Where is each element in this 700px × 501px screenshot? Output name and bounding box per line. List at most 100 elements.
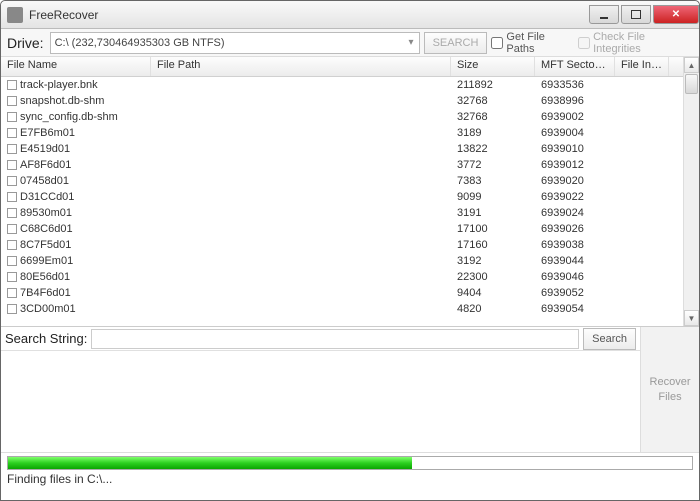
check-integrities-checkbox[interactable]: Check File Integrities bbox=[578, 31, 693, 55]
row-checkbox[interactable] bbox=[7, 240, 17, 250]
table-row[interactable]: 7B4F6d01 94046939052 bbox=[1, 285, 683, 301]
close-button[interactable] bbox=[653, 5, 699, 24]
col-mft[interactable]: MFT Sector ... bbox=[535, 57, 615, 76]
mft-cell: 6939004 bbox=[535, 127, 615, 139]
file-table: File Name File Path Size MFT Sector ... … bbox=[1, 57, 699, 327]
window-title: FreeRecover bbox=[29, 8, 587, 22]
progress-area bbox=[1, 453, 699, 470]
file-name-cell: 3CD00m01 bbox=[20, 303, 76, 315]
file-name-cell: 7B4F6d01 bbox=[20, 287, 71, 299]
file-name-cell: 8C7F5d01 bbox=[20, 239, 71, 251]
row-checkbox[interactable] bbox=[7, 80, 17, 90]
mft-cell: 6939052 bbox=[535, 287, 615, 299]
row-checkbox[interactable] bbox=[7, 288, 17, 298]
scroll-up-icon[interactable]: ▲ bbox=[684, 57, 699, 73]
minimize-button[interactable] bbox=[589, 5, 619, 24]
file-name-cell: E7FB6m01 bbox=[20, 127, 75, 139]
size-cell: 9099 bbox=[451, 191, 535, 203]
search-area: Search String: Search Recover Files bbox=[1, 327, 699, 453]
file-name-cell: AF8F6d01 bbox=[20, 159, 71, 171]
row-checkbox[interactable] bbox=[7, 176, 17, 186]
mft-cell: 6939002 bbox=[535, 111, 615, 123]
table-row[interactable]: 8C7F5d01171606939038 bbox=[1, 237, 683, 253]
file-name-cell: snapshot.db-shm bbox=[20, 95, 104, 107]
check-integrities-input[interactable] bbox=[578, 37, 590, 49]
row-checkbox[interactable] bbox=[7, 96, 17, 106]
search-panel: Search String: Search bbox=[1, 327, 641, 452]
search-button[interactable]: Search bbox=[583, 328, 636, 350]
progress-bar bbox=[7, 456, 693, 470]
get-file-paths-checkbox[interactable]: Get File Paths bbox=[491, 31, 574, 55]
row-checkbox[interactable] bbox=[7, 208, 17, 218]
col-file-path[interactable]: File Path bbox=[151, 57, 451, 76]
scroll-down-icon[interactable]: ▼ bbox=[684, 310, 699, 326]
progress-fill bbox=[8, 457, 412, 469]
size-cell: 3191 bbox=[451, 207, 535, 219]
file-name-cell: E4519d01 bbox=[20, 143, 70, 155]
row-checkbox[interactable] bbox=[7, 256, 17, 266]
window-buttons bbox=[587, 5, 699, 24]
row-checkbox[interactable] bbox=[7, 112, 17, 122]
mft-cell: 6939024 bbox=[535, 207, 615, 219]
search-drive-button[interactable]: SEARCH bbox=[424, 32, 488, 54]
size-cell: 3772 bbox=[451, 159, 535, 171]
mft-cell: 6939022 bbox=[535, 191, 615, 203]
table-row[interactable]: E7FB6m01 31896939004 bbox=[1, 125, 683, 141]
row-checkbox[interactable] bbox=[7, 144, 17, 154]
row-checkbox[interactable] bbox=[7, 160, 17, 170]
table-row[interactable]: 89530m0131916939024 bbox=[1, 205, 683, 221]
table-row[interactable]: AF8F6d01 37726939012 bbox=[1, 157, 683, 173]
size-cell: 17100 bbox=[451, 223, 535, 235]
row-checkbox[interactable] bbox=[7, 224, 17, 234]
table-row[interactable]: 3CD00m01 48206939054 bbox=[1, 301, 683, 317]
maximize-button[interactable] bbox=[621, 5, 651, 24]
table-body: File Name File Path Size MFT Sector ... … bbox=[1, 57, 683, 326]
size-cell: 3189 bbox=[451, 127, 535, 139]
size-cell: 9404 bbox=[451, 287, 535, 299]
table-row[interactable]: C68C6d01171006939026 bbox=[1, 221, 683, 237]
table-row[interactable]: E4519d01138226939010 bbox=[1, 141, 683, 157]
recover-files-button[interactable]: Recover Files bbox=[650, 375, 691, 404]
file-name-cell: D31CCd01 bbox=[20, 191, 74, 203]
table-rows: track-player.bnk2118926933536snapshot.db… bbox=[1, 77, 683, 317]
vertical-scrollbar[interactable]: ▲ ▼ bbox=[683, 57, 699, 326]
size-cell: 211892 bbox=[451, 79, 535, 91]
size-cell: 7383 bbox=[451, 175, 535, 187]
get-file-paths-input[interactable] bbox=[491, 37, 503, 49]
table-row[interactable]: track-player.bnk2118926933536 bbox=[1, 77, 683, 93]
recover-panel: Recover Files bbox=[641, 327, 699, 452]
row-checkbox[interactable] bbox=[7, 192, 17, 202]
search-input[interactable] bbox=[91, 329, 579, 349]
drive-label: Drive: bbox=[7, 35, 44, 51]
mft-cell: 6939054 bbox=[535, 303, 615, 315]
table-row[interactable]: 07458d0173836939020 bbox=[1, 173, 683, 189]
file-name-cell: C68C6d01 bbox=[20, 223, 73, 235]
size-cell: 13822 bbox=[451, 143, 535, 155]
table-row[interactable]: 6699Em0131926939044 bbox=[1, 253, 683, 269]
file-name-cell: 80E56d01 bbox=[20, 271, 70, 283]
file-name-cell: track-player.bnk bbox=[20, 79, 98, 91]
table-row[interactable]: snapshot.db-shm327686938996 bbox=[1, 93, 683, 109]
file-name-cell: sync_config.db-shm bbox=[20, 111, 118, 123]
search-label: Search String: bbox=[5, 331, 87, 346]
mft-cell: 6939012 bbox=[535, 159, 615, 171]
size-cell: 22300 bbox=[451, 271, 535, 283]
col-integrity[interactable]: File Inte... bbox=[615, 57, 669, 76]
table-row[interactable]: sync_config.db-shm 327686939002 bbox=[1, 109, 683, 125]
drive-select[interactable]: C:\ (232,730464935303 GB NTFS) bbox=[50, 32, 420, 54]
mft-cell: 6939046 bbox=[535, 271, 615, 283]
mft-cell: 6939038 bbox=[535, 239, 615, 251]
size-cell: 32768 bbox=[451, 111, 535, 123]
col-file-name[interactable]: File Name bbox=[1, 57, 151, 76]
row-checkbox[interactable] bbox=[7, 304, 17, 314]
table-row[interactable]: D31CCd01 90996939022 bbox=[1, 189, 683, 205]
mft-cell: 6939020 bbox=[535, 175, 615, 187]
row-checkbox[interactable] bbox=[7, 128, 17, 138]
size-cell: 4820 bbox=[451, 303, 535, 315]
col-size[interactable]: Size bbox=[451, 57, 535, 76]
row-checkbox[interactable] bbox=[7, 272, 17, 282]
drive-toolbar: Drive: C:\ (232,730464935303 GB NTFS) SE… bbox=[1, 29, 699, 57]
table-row[interactable]: 80E56d01 223006939046 bbox=[1, 269, 683, 285]
scroll-thumb[interactable] bbox=[685, 74, 698, 94]
status-text: Finding files in C:\... bbox=[1, 470, 699, 486]
